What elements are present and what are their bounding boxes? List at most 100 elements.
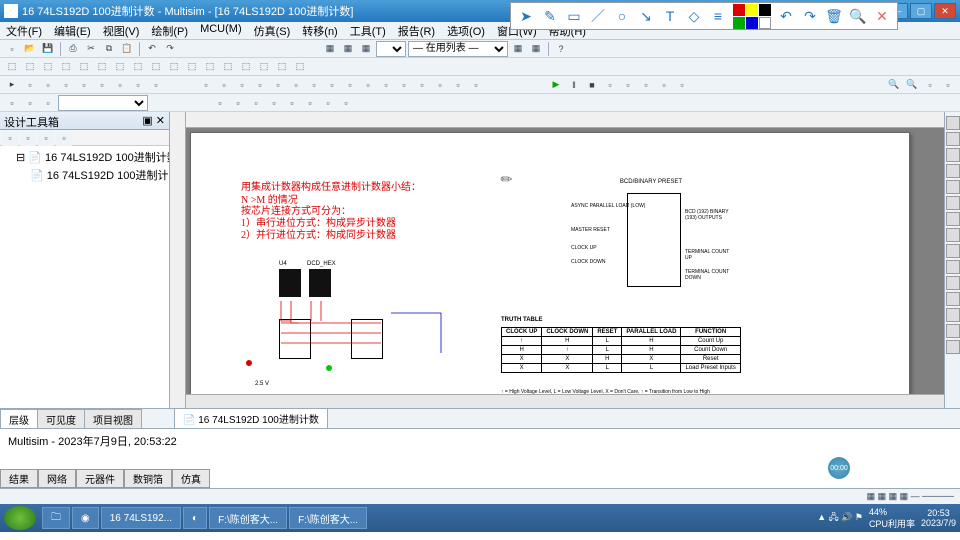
tree-root[interactable]: ⊟ 📄 16 74LS192D 100进制计数 <box>2 148 167 166</box>
stop-icon[interactable]: ■ <box>584 77 600 93</box>
tb-c[interactable]: ▦ <box>358 41 374 57</box>
wires <box>241 293 471 393</box>
workspace: 设计工具箱▣ ✕ ▫▫▫▫ ⊟ 📄 16 74LS192D 100进制计数 📄 … <box>0 112 960 408</box>
zoom-in-icon[interactable]: 🔍 <box>886 77 902 93</box>
otab-results[interactable]: 结果 <box>0 469 38 488</box>
zoom-out-icon[interactable]: 🔍 <box>904 77 920 93</box>
exit-icon[interactable]: ✕ <box>873 7 891 25</box>
task-chrome[interactable]: ◉ <box>72 507 99 529</box>
line-icon[interactable]: ／ <box>589 7 607 25</box>
circle-icon[interactable]: ○ <box>613 7 631 25</box>
schematic-canvas[interactable]: ✎ 用集成计数器构成任意进制计数器小结： N >M 的情况 按芯片连接方式可分为… <box>186 128 944 394</box>
design-tree[interactable]: ⊟ 📄 16 74LS192D 100进制计数 📄 16 74LS192D 10… <box>0 146 169 408</box>
tb-e[interactable]: ▦ <box>528 41 544 57</box>
pause-icon[interactable]: ‖ <box>566 77 582 93</box>
menu-sim[interactable]: 仿真(S) <box>248 22 297 39</box>
otab-nets[interactable]: 网络 <box>38 469 76 488</box>
eraser-icon[interactable]: ◇ <box>685 7 703 25</box>
toolbar-3: ▸▫▫▫▫▫▫▫▫ ▫▫▫▫▫▫▫▫▫▫▫▫▫▫▫▫ ▶ ‖ ■ ▫▫▫▫▫ 🔍… <box>0 76 960 94</box>
close-button[interactable]: ✕ <box>934 3 956 19</box>
menu-place[interactable]: 绘制(P) <box>145 22 194 39</box>
print-icon[interactable]: ⎙ <box>65 41 81 57</box>
color-palette[interactable] <box>733 4 771 29</box>
zoom-icon[interactable]: 🔍 <box>849 7 867 25</box>
menu-edit[interactable]: 编辑(E) <box>48 22 97 39</box>
task-folder1[interactable]: F:\陈创客大... <box>209 507 287 529</box>
text-icon[interactable]: T <box>661 7 679 25</box>
task-folder2[interactable]: F:\陈创客大... <box>289 507 367 529</box>
otab-copper[interactable]: 数铜箔 <box>124 469 172 488</box>
menu-options[interactable]: 选项(O) <box>441 22 491 39</box>
toolbox-title: 设计工具箱▣ ✕ <box>0 112 169 130</box>
menu-tools[interactable]: 工具(T) <box>344 22 392 39</box>
pencil-cursor-icon: ✎ <box>497 169 517 189</box>
maximize-button[interactable]: ▢ <box>910 3 932 19</box>
instr-1[interactable] <box>946 116 960 130</box>
otab-comps[interactable]: 元器件 <box>76 469 124 488</box>
instrument-bar <box>944 112 960 408</box>
ruler-horizontal <box>186 112 944 128</box>
seg-label-2: DCD_HEX <box>307 261 336 267</box>
truth-table: CLOCK UPCLOCK DOWNRESETPARALLEL LOADFUNC… <box>501 327 741 373</box>
help-icon[interactable]: ? <box>553 41 569 57</box>
redo-tb-icon[interactable]: ↷ <box>162 41 178 57</box>
system-tray[interactable]: ▲ 🖧 🔊 ⚑ 44%CPU利用率 20:532023/7/9 <box>817 507 956 530</box>
task-app[interactable]: ◐ <box>183 507 207 529</box>
menu-view[interactable]: 视图(V) <box>97 22 146 39</box>
cut-icon[interactable]: ✂ <box>83 41 99 57</box>
tb-d[interactable]: ▦ <box>510 41 526 57</box>
pencil-icon[interactable]: ✎ <box>541 7 559 25</box>
task-multisim[interactable]: 16 74LS192... <box>101 507 181 529</box>
pin-icon[interactable]: ▣ ✕ <box>142 114 165 127</box>
pointer-icon[interactable]: ➤ <box>517 7 535 25</box>
arrow-icon[interactable]: ↘ <box>637 7 655 25</box>
schematic-sheet[interactable]: ✎ 用集成计数器构成任意进制计数器小结： N >M 的情况 按芯片连接方式可分为… <box>190 132 910 394</box>
menu-transfer[interactable]: 转移(n) <box>296 22 343 39</box>
menu-reports[interactable]: 报告(R) <box>392 22 441 39</box>
comp-icon[interactable]: ⬚ <box>4 59 20 75</box>
design-toolbox: 设计工具箱▣ ✕ ▫▫▫▫ ⊟ 📄 16 74LS192D 100进制计数 📄 … <box>0 112 170 408</box>
tb-a[interactable]: ▦ <box>322 41 338 57</box>
delete-icon[interactable]: 🗑 <box>825 7 843 25</box>
otab-sim[interactable]: 仿真 <box>172 469 210 488</box>
start-button[interactable] <box>4 506 36 530</box>
tab-hierarchy[interactable]: 层级 <box>0 409 38 428</box>
open-icon[interactable]: 📂 <box>22 41 38 57</box>
doc-tab[interactable]: 📄 16 74LS192D 100进制计数 <box>174 408 328 428</box>
seg-label-1: U4 <box>279 261 287 267</box>
copy-icon[interactable]: ⧉ <box>101 41 117 57</box>
ruler-vertical <box>170 112 186 408</box>
run-icon[interactable]: ▶ <box>548 77 564 93</box>
rect-icon[interactable]: ▭ <box>565 7 583 25</box>
tab-visibility[interactable]: 可见度 <box>37 409 85 428</box>
zoom-select[interactable] <box>376 41 406 57</box>
taskbar: 🗀 ◉ 16 74LS192... ◐ F:\陈创客大... F:\陈创客大..… <box>0 504 960 532</box>
status-icons: ▦ ▦ ▦ ▦ — ───── <box>867 491 954 502</box>
annotation-toolbar: ➤ ✎ ▭ ／ ○ ↘ T ◇ ≡ ↶ ↷ 🗑 🔍 ✕ <box>510 2 898 30</box>
toolbar-1: ▫ 📂 💾 ⎙ ✂ ⧉ 📋 ↶ ↷ ▦ ▦ ▦ — 在用列表 — ▦ ▦ ? <box>0 40 960 58</box>
new-icon[interactable]: ▫ <box>4 41 20 57</box>
width-icon[interactable]: ≡ <box>709 7 727 25</box>
toolbar-2: ⬚⬚⬚⬚⬚⬚⬚⬚⬚⬚⬚⬚⬚⬚⬚⬚⬚ <box>0 58 960 76</box>
save-icon[interactable]: 💾 <box>40 41 56 57</box>
block-diagram: BCD/BINARY PRESET ASYNC PARALLEL LOAD (L… <box>571 179 731 295</box>
scrollbar-h[interactable] <box>186 394 944 408</box>
redo-icon[interactable]: ↷ <box>801 7 819 25</box>
note-1: 用集成计数器构成任意进制计数器小结： <box>241 181 421 195</box>
tb-b[interactable]: ▦ <box>340 41 356 57</box>
list-select[interactable]: — 在用列表 — <box>408 41 508 57</box>
tree-child[interactable]: 📄 16 74LS192D 100进制计数 <box>2 166 167 184</box>
canvas-main: ✎ 用集成计数器构成任意进制计数器小结： N >M 的情况 按芯片连接方式可分为… <box>170 112 944 408</box>
menu-file[interactable]: 文件(F) <box>0 22 48 39</box>
tab-project[interactable]: 项目视图 <box>84 409 142 428</box>
output-text: Multisim - 2023年7月9日, 20:53:22 <box>8 433 952 449</box>
undo-icon[interactable]: ↶ <box>777 7 795 25</box>
layer-select[interactable] <box>58 95 148 111</box>
paste-icon[interactable]: 📋 <box>119 41 135 57</box>
task-explorer[interactable]: 🗀 <box>42 507 70 529</box>
undo-tb-icon[interactable]: ↶ <box>144 41 160 57</box>
toolbox-buttons: ▫▫▫▫ <box>0 130 169 146</box>
menu-mcu[interactable]: MCU(M) <box>194 22 248 39</box>
timer-badge[interactable]: 00:00 <box>828 457 850 479</box>
toolbar-4: ▫▫▫ ▫▫▫▫▫▫▫▫ <box>0 94 960 112</box>
